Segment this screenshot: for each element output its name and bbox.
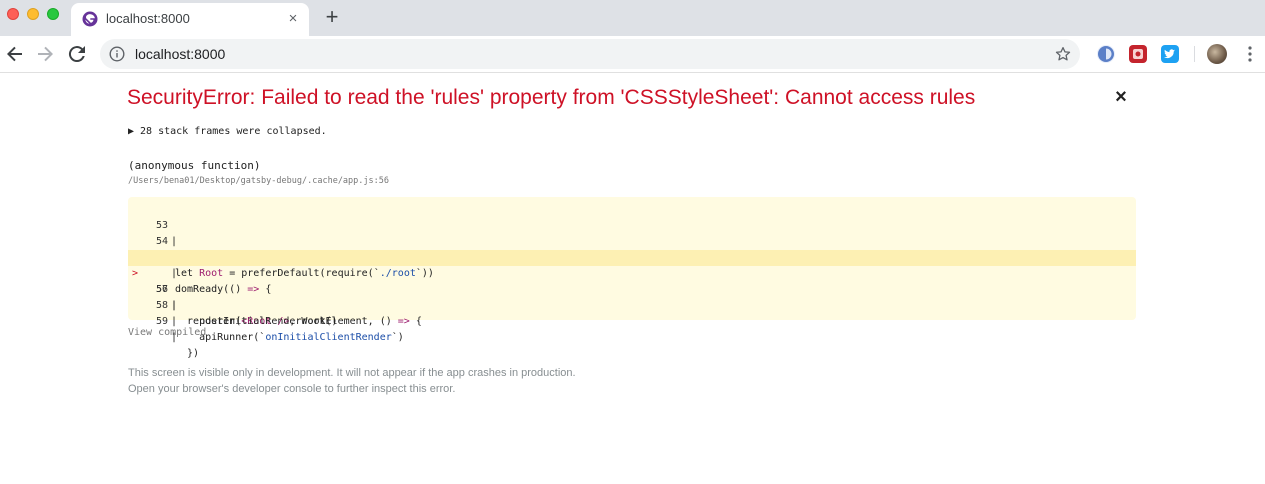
code-line-highlighted: > 56 | renderer(<Root />, rootElement, (… — [128, 250, 1136, 327]
stack-file-path[interactable]: /Users/bena01/Desktop/gatsby-debug/.cach… — [128, 176, 389, 186]
code-line: 58 | apiRunner(`onInitialClientRender`) — [128, 282, 1136, 343]
code-frame: 53 | const preferDefault = m => (m && m.… — [128, 197, 1136, 359]
puzzle-icon — [1133, 49, 1143, 59]
url-text[interactable]: localhost:8000 — [135, 46, 225, 62]
back-button[interactable] — [3, 42, 27, 66]
code-line: 57 | postInitialRenderWork() — [128, 266, 1136, 327]
browser-toolbar: localhost:8000 — [0, 36, 1265, 73]
overlay-close-icon[interactable]: × — [1111, 86, 1131, 108]
tab-close-icon[interactable]: × — [285, 11, 301, 27]
menu-dots-icon[interactable] — [1242, 44, 1258, 64]
bookmark-star-icon[interactable] — [1054, 45, 1072, 63]
dev-notice-line2: Open your browser's developer console to… — [128, 383, 456, 395]
extension-red-icon[interactable] — [1129, 45, 1147, 63]
new-tab-button[interactable]: + — [322, 6, 342, 28]
code-text: apiRunner(`onInitialClientRender`) — [175, 332, 404, 343]
address-bar[interactable]: localhost:8000 — [100, 39, 1080, 69]
stack-function-name: (anonymous function) — [128, 159, 261, 172]
code-line: 55 | domReady(() => { — [128, 234, 1136, 295]
forward-button[interactable] — [33, 42, 57, 66]
extension-twitter-icon[interactable] — [1161, 45, 1179, 63]
window-minimize-button[interactable] — [27, 8, 39, 20]
reload-icon — [68, 46, 85, 63]
collapsed-frames-toggle[interactable]: ▶ 28 stack frames were collapsed. — [128, 126, 327, 137]
reload-button[interactable] — [65, 42, 89, 66]
code-line: 59 | }) — [128, 298, 1136, 359]
profile-avatar[interactable] — [1207, 44, 1227, 64]
error-title: SecurityError: Failed to read the 'rules… — [127, 86, 976, 109]
shield-icon — [1098, 46, 1114, 62]
toolbar-separator — [1194, 46, 1195, 62]
window-close-button[interactable] — [7, 8, 19, 20]
extension-shield-icon[interactable] — [1097, 45, 1115, 63]
tab-title: localhost:8000 — [106, 11, 190, 26]
arrow-right-icon — [38, 46, 53, 62]
window-zoom-button[interactable] — [47, 8, 59, 20]
bird-icon — [1164, 49, 1175, 59]
tab-strip: localhost:8000 × + — [0, 0, 1265, 36]
dev-notice-line1: This screen is visible only in developme… — [128, 367, 576, 379]
browser-tab[interactable]: localhost:8000 × — [71, 3, 309, 36]
view-compiled-link[interactable]: View compiled — [128, 327, 206, 338]
code-line: 54 | let Root = preferDefault(require(`.… — [128, 218, 1136, 279]
info-icon[interactable] — [109, 46, 125, 62]
code-line: 53 | const preferDefault = m => (m && m.… — [128, 202, 1136, 263]
code-text: }) — [175, 348, 200, 359]
gatsby-favicon-icon — [82, 11, 98, 27]
arrow-left-icon — [7, 46, 22, 62]
